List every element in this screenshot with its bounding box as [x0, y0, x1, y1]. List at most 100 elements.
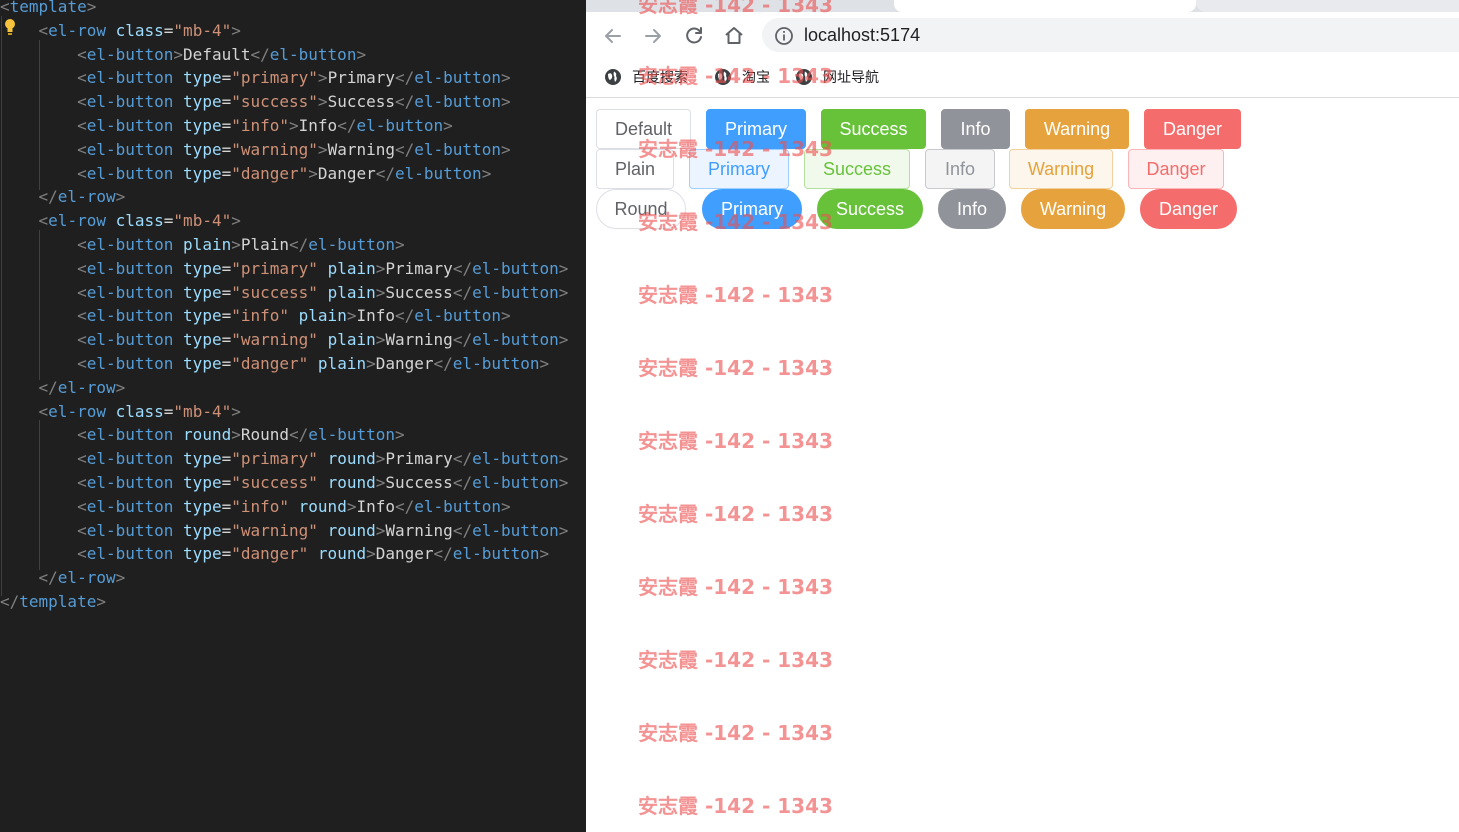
plain-button[interactable]: Plain [596, 149, 674, 189]
code-token: < [77, 425, 87, 445]
round-info-button[interactable]: Info [938, 189, 1006, 229]
code-line[interactable]: <el-button>Default</el-button> [0, 43, 366, 67]
warning-button[interactable]: Warning [1025, 109, 1129, 149]
plain-primary-button[interactable]: Primary [689, 149, 789, 189]
code-token: > [231, 211, 241, 231]
code-line[interactable]: <el-row class="mb-4"> [0, 19, 241, 43]
plain-danger-button[interactable]: Danger [1128, 149, 1224, 189]
back-arrow-icon[interactable] [601, 24, 625, 48]
code-token: el-button [86, 425, 174, 445]
code-line[interactable]: <el-button type="success" round>Success<… [0, 471, 568, 495]
code-token: type [183, 496, 222, 516]
bookmark-taobao[interactable]: 淘宝 [714, 67, 794, 87]
tab-inactive-left[interactable] [586, 0, 894, 12]
code-line[interactable]: <el-button type="danger">Danger</el-butt… [0, 162, 491, 186]
default-button[interactable]: Default [596, 109, 691, 149]
code-line[interactable]: <el-button type="danger" round>Danger</e… [0, 542, 549, 566]
code-token: > [317, 92, 328, 112]
code-line[interactable]: <el-button plain>Plain</el-button> [0, 233, 405, 257]
code-token: template [19, 592, 97, 611]
code-token: "info" [231, 116, 290, 135]
bookmark-baidu[interactable]: 百度搜索 [604, 67, 704, 87]
bookmark-nav[interactable]: 网址导航 [795, 67, 895, 87]
danger-button[interactable]: Danger [1144, 109, 1241, 149]
code-token: Danger [375, 354, 434, 373]
code-token: round [183, 425, 232, 445]
code-line[interactable]: </template> [0, 590, 106, 614]
round-danger-button[interactable]: Danger [1140, 189, 1237, 229]
code-token: plain [183, 235, 232, 254]
round-primary-button[interactable]: Primary [702, 189, 802, 229]
code-token: </ [433, 544, 453, 564]
code-token: </ [0, 592, 20, 611]
code-token: < [77, 330, 87, 350]
code-token: > [500, 68, 511, 88]
code-line[interactable]: <el-button type="info">Info</el-button> [0, 114, 453, 138]
code-token: "danger" [231, 354, 309, 373]
code-line[interactable]: <el-row class="mb-4"> [0, 400, 241, 424]
code-token: Danger [375, 544, 434, 564]
code-line[interactable]: <el-button type="primary" round>Primary<… [0, 447, 568, 471]
code-token: > [539, 544, 550, 564]
forward-arrow-icon[interactable] [641, 24, 665, 48]
success-button[interactable]: Success [821, 109, 926, 149]
code-token: </ [452, 449, 473, 469]
code-token: el-button [86, 44, 174, 64]
tab-active[interactable] [894, 0, 1196, 12]
code-token: el-button [356, 116, 444, 135]
code-line[interactable]: <el-button type="warning" round>Warning<… [0, 519, 568, 543]
code-line[interactable]: <template> [0, 0, 96, 19]
code-token: "success" [231, 473, 318, 492]
code-token: < [77, 116, 87, 135]
code-token: < [77, 163, 87, 183]
round-button[interactable]: Round [596, 189, 686, 229]
plain-success-button[interactable]: Success [804, 149, 910, 189]
code-line[interactable]: <el-button type="warning">Warning</el-bu… [0, 138, 511, 162]
site-info-icon[interactable] [773, 25, 795, 47]
code-token: type [183, 306, 222, 326]
code-line[interactable]: <el-button type="info" plain>Info</el-bu… [0, 304, 511, 328]
code-line[interactable]: </el-row> [0, 376, 126, 400]
code-editor[interactable]: <template> <el-row class="mb-4"> <el-but… [0, 0, 586, 832]
home-icon[interactable] [722, 24, 746, 48]
reload-icon[interactable] [682, 24, 706, 48]
round-warning-button[interactable]: Warning [1021, 189, 1125, 229]
code-line[interactable]: </el-row> [0, 185, 126, 209]
code-line[interactable]: </el-row> [0, 566, 126, 590]
code-token: </ [395, 68, 415, 88]
code-line[interactable]: <el-button round>Round</el-button> [0, 423, 405, 447]
primary-button[interactable]: Primary [706, 109, 806, 149]
code-token: type [183, 116, 222, 135]
plain-info-button[interactable]: Info [925, 149, 995, 189]
tab-inactive-right[interactable] [1196, 0, 1459, 12]
code-token: el-button [414, 139, 501, 159]
code-token: </ [395, 139, 415, 159]
plain-warning-button[interactable]: Warning [1009, 149, 1113, 189]
code-token: < [77, 92, 87, 112]
code-token: plain [317, 354, 367, 373]
code-token: > [86, 0, 97, 16]
code-line[interactable]: <el-button type="primary">Primary</el-bu… [0, 66, 511, 90]
code-line[interactable]: <el-button type="danger" plain>Danger</e… [0, 352, 549, 376]
code-token: </ [289, 425, 309, 445]
code-line[interactable]: <el-button type="warning" plain>Warning<… [0, 328, 568, 352]
code-token: </ [38, 187, 58, 207]
code-line[interactable]: <el-button type="success" plain>Success<… [0, 281, 568, 305]
code-token: < [38, 401, 49, 421]
code-token: < [77, 139, 87, 159]
code-token: el-button [86, 354, 174, 373]
tab-strip [586, 0, 1459, 12]
code-token: > [231, 20, 241, 40]
bookmark-label: 淘宝 [742, 69, 770, 85]
code-line[interactable]: <el-button type="success">Success</el-bu… [0, 90, 511, 114]
round-success-button[interactable]: Success [817, 189, 923, 229]
code-line[interactable]: <el-button type="info" round>Info</el-bu… [0, 495, 511, 519]
code-line[interactable]: <el-button type="primary" plain>Primary<… [0, 257, 568, 281]
code-line[interactable]: <el-row class="mb-4"> [0, 209, 241, 233]
info-button[interactable]: Info [941, 109, 1010, 149]
code-token: = [221, 282, 232, 302]
